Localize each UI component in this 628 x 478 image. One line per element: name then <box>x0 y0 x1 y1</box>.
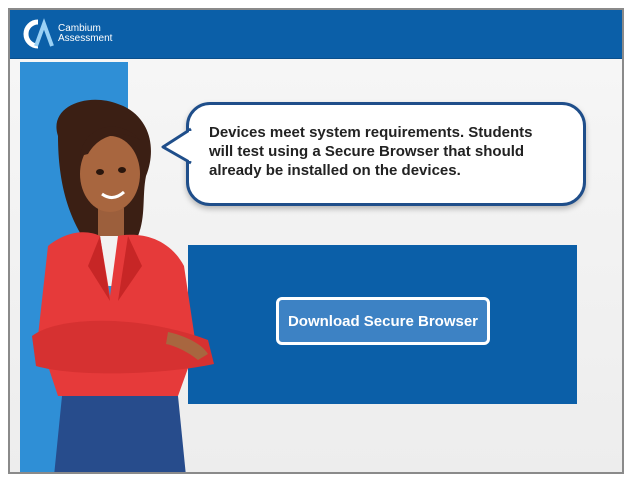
download-secure-browser-button[interactable]: Download Secure Browser <box>276 297 490 345</box>
presenter-character-illustration <box>32 99 214 472</box>
bubble-message: Devices meet system requirements. Studen… <box>209 124 533 179</box>
cambium-logo: Cambium Assessment <box>20 16 112 52</box>
speech-bubble: Devices meet system requirements. Studen… <box>161 102 586 206</box>
logo-wordmark: Cambium Assessment <box>58 24 112 44</box>
slide-frame: Cambium Assessment Devices meet system r… <box>8 8 624 474</box>
cambium-logo-icon <box>23 18 54 49</box>
header-bar: Cambium Assessment <box>10 10 622 59</box>
action-panel: Download Secure Browser <box>188 245 577 404</box>
logo-line-2: Assessment <box>58 33 113 44</box>
